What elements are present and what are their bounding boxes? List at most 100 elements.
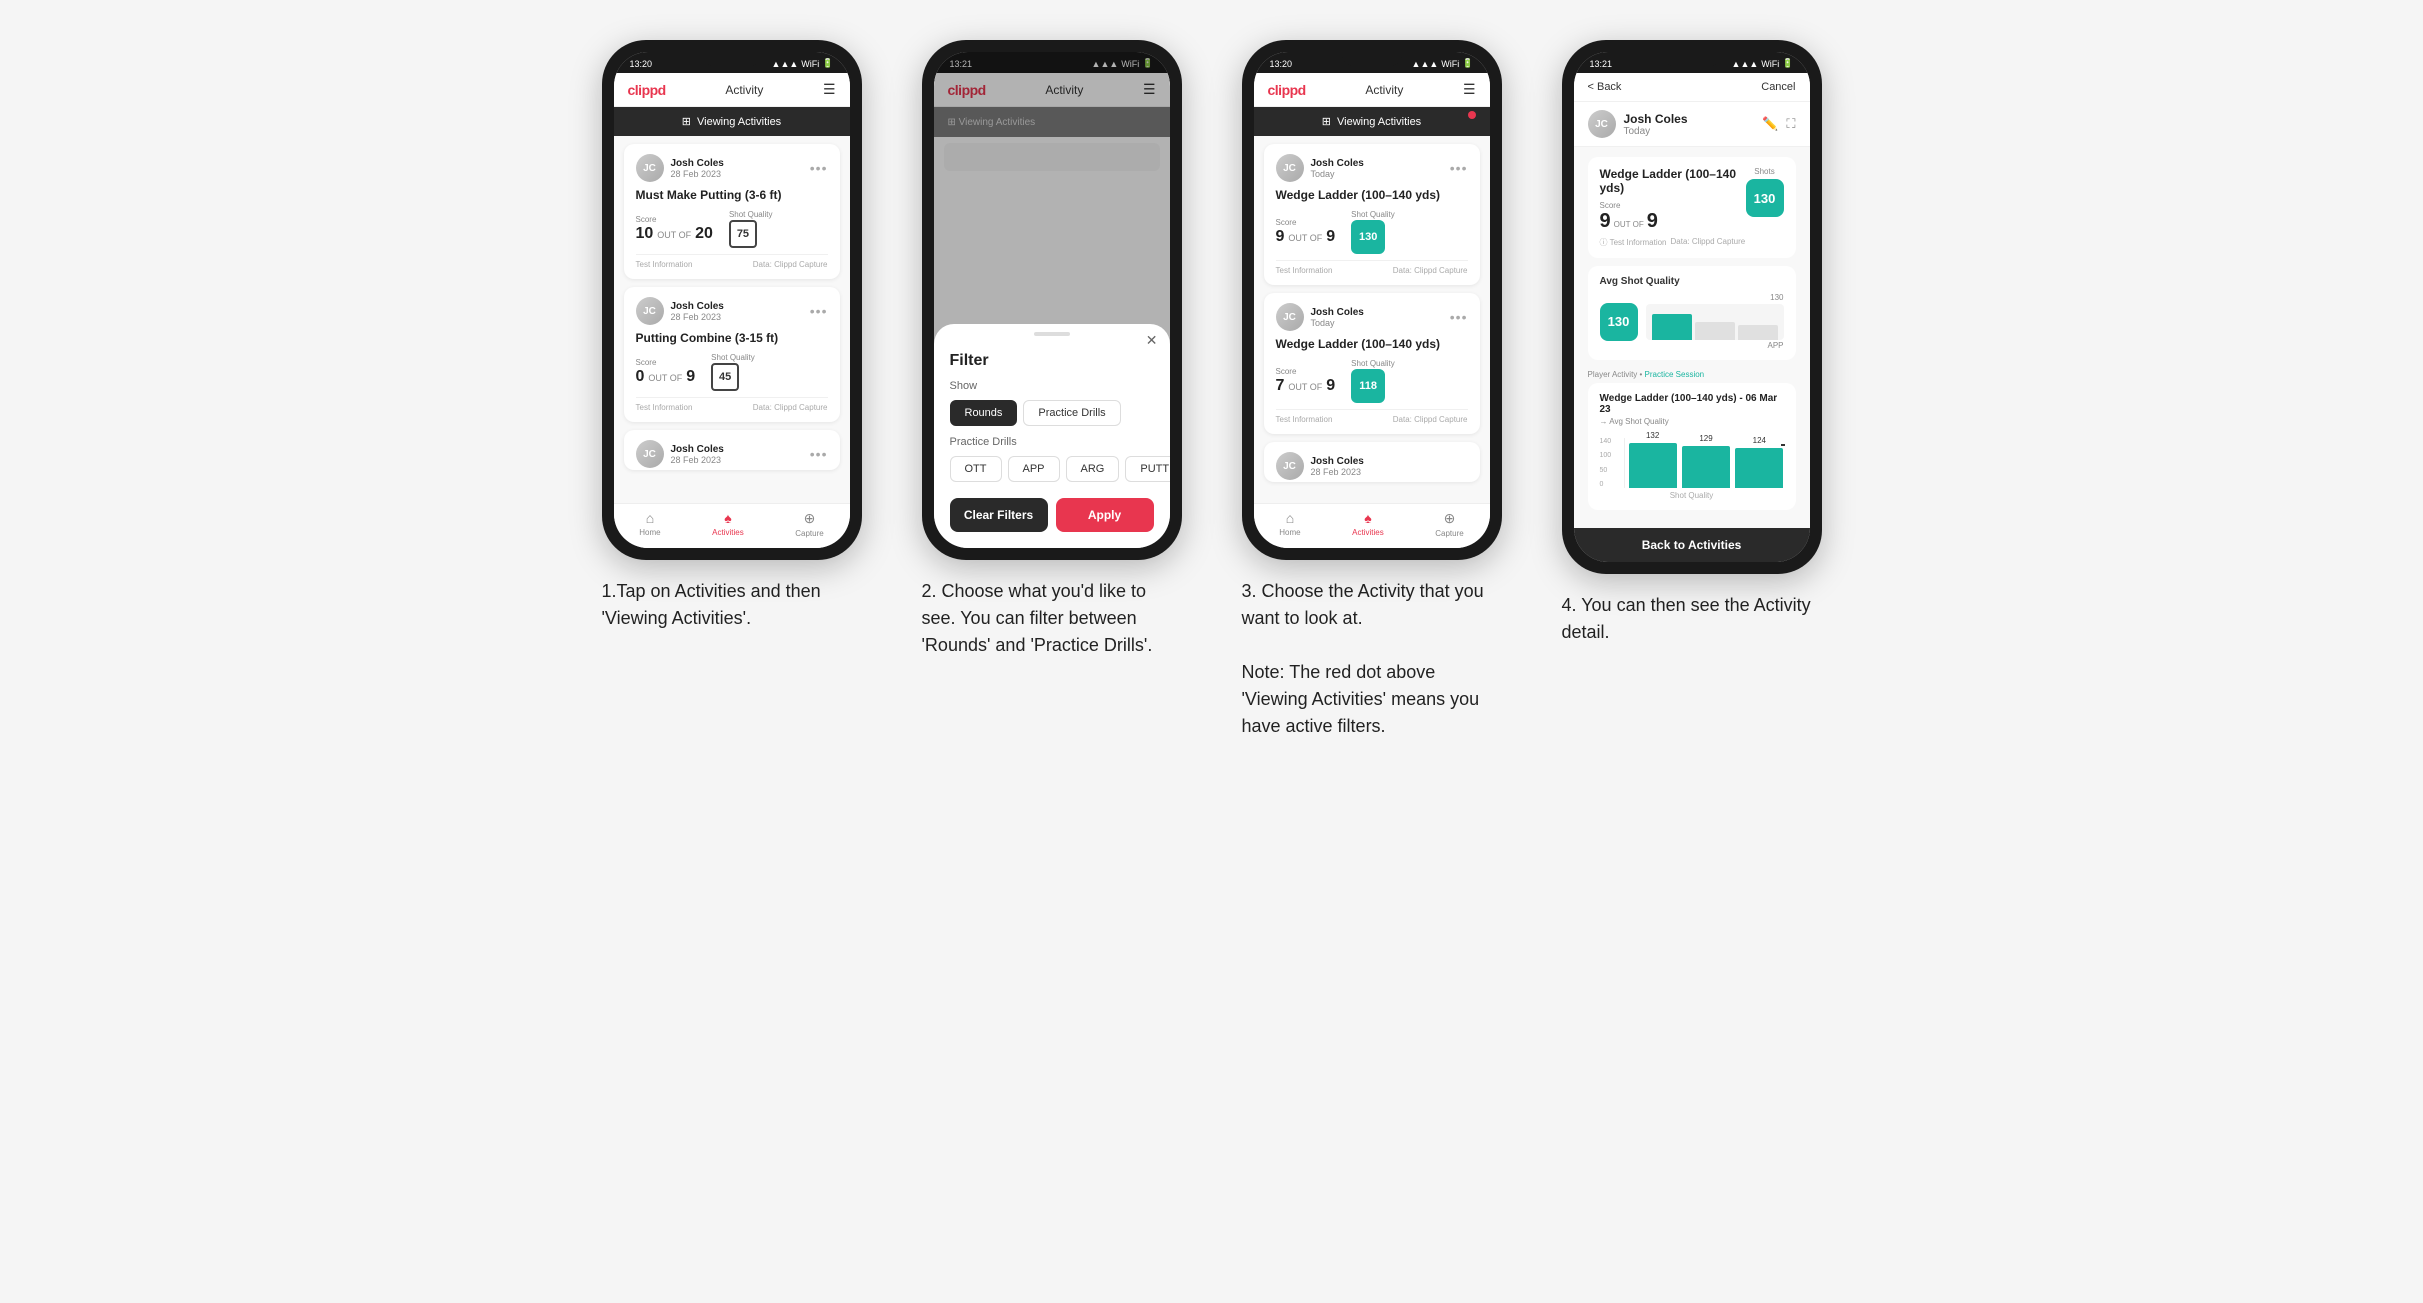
phone-1: 13:20 ▲▲▲ WiFi 🔋 clippd Activity ☰ ⊞ [602, 40, 862, 560]
nav-activities-1[interactable]: ♠ Activities [712, 510, 744, 538]
show-label: Show [950, 380, 1154, 392]
phone-col-4: 13:21 ▲▲▲ WiFi 🔋 < Back Cancel JC [1547, 40, 1837, 646]
practice-drills-section: Practice Drills OTT APP ARG PUTT [934, 426, 1170, 482]
shot-quality-3-2: 118 [1351, 369, 1385, 403]
filter-title: Filter [934, 344, 1170, 370]
nav-capture-1[interactable]: ⊕ Capture [795, 510, 823, 538]
card-dots-1-1[interactable]: ••• [810, 160, 828, 176]
phone-2: 13:21 ▲▲▲ WiFi 🔋 clippd Activity ☰ ⊞ [922, 40, 1182, 560]
activity-card-3-2[interactable]: JC Josh Coles Today ••• Wedge Ladder (10… [1264, 293, 1480, 434]
drill-types-row: OTT APP ARG PUTT [950, 456, 1154, 482]
activity-card-1-2[interactable]: JC Josh Coles 28 Feb 2023 ••• Putting Co… [624, 287, 840, 422]
modal-actions: Clear Filters Apply [934, 482, 1170, 532]
activity-card-3-1[interactable]: JC Josh Coles Today ••• Wedge Ladder (10… [1264, 144, 1480, 285]
hamburger-icon-3[interactable]: ☰ [1463, 81, 1476, 98]
bar-1 [1652, 314, 1692, 340]
clear-filters-btn[interactable]: Clear Filters [950, 498, 1048, 532]
expand-icon[interactable]: ⛶ [1786, 116, 1795, 132]
apply-btn[interactable]: Apply [1056, 498, 1154, 532]
caption-4: 4. You can then see the Activity detail. [1562, 592, 1822, 646]
phones-row: 13:20 ▲▲▲ WiFi 🔋 clippd Activity ☰ ⊞ [587, 40, 1837, 740]
app-btn[interactable]: APP [1008, 456, 1060, 482]
caption-1: 1.Tap on Activities and then 'Viewing Ac… [602, 578, 862, 632]
nav-home-1[interactable]: ⌂ Home [639, 510, 660, 538]
practice-drills-btn[interactable]: Practice Drills [1023, 400, 1120, 426]
session-label: Player Activity • Practice Session [1588, 368, 1796, 383]
capture-icon-3: ⊕ [1444, 510, 1456, 527]
activity-card-1-1[interactable]: JC Josh Coles 28 Feb 2023 ••• Must Make … [624, 144, 840, 279]
battery-icon: 🔋 [822, 58, 833, 69]
avatar-1-3: JC [636, 440, 664, 468]
avg-sq-hex: 130 [1600, 303, 1638, 341]
putt-btn[interactable]: PUTT [1125, 456, 1169, 482]
phone-1-inner: 13:20 ▲▲▲ WiFi 🔋 clippd Activity ☰ ⊞ [614, 52, 850, 548]
arg-btn[interactable]: ARG [1066, 456, 1120, 482]
phone-3-inner: 13:20 ▲▲▲ WiFi 🔋 clippd Activity ☰ ⊞ [1254, 52, 1490, 548]
card-footer-1-1: Test Information Data: Clippd Capture [636, 254, 828, 269]
practice-drills-label: Practice Drills [950, 436, 1154, 448]
bar-2 [1695, 322, 1735, 340]
filter-modal-overlay: ✕ Filter Show Rounds Practice Drills Pra… [934, 52, 1170, 548]
capture-icon: ⊕ [804, 510, 816, 527]
nav-activities-3[interactable]: ♠ Activities [1352, 510, 1384, 538]
nav-home-3[interactable]: ⌂ Home [1279, 510, 1300, 538]
avatar-4: JC [1588, 110, 1616, 138]
card-stats-1-1: Score 10 OUT OF 20 Shot Quality [636, 210, 828, 248]
show-btn-row: Rounds Practice Drills [950, 400, 1154, 426]
back-to-activities-btn[interactable]: Back to Activities [1574, 528, 1810, 562]
time-3: 13:20 [1270, 59, 1293, 69]
app-logo-3: clippd [1268, 82, 1306, 98]
activity-scroll-1: JC Josh Coles 28 Feb 2023 ••• Must Make … [614, 136, 850, 503]
banner-text-3: Viewing Activities [1337, 116, 1421, 128]
edit-icon[interactable]: ✏️ [1762, 116, 1778, 132]
show-section: Show Rounds Practice Drills [934, 370, 1170, 426]
app-logo-1: clippd [628, 82, 666, 98]
home-icon: ⌂ [646, 510, 654, 526]
viewing-banner-1[interactable]: ⊞ Viewing Activities [614, 107, 850, 136]
avg-sq-card: Avg Shot Quality 130 130 [1588, 266, 1796, 360]
card-title-1-2: Putting Combine (3-15 ft) [636, 331, 828, 345]
card-title-1-1: Must Make Putting (3-6 ft) [636, 188, 828, 202]
chart-bar-2: 129 [1682, 446, 1730, 488]
bottom-nav-3: ⌂ Home ♠ Activities ⊕ Capture [1254, 503, 1490, 548]
avatar-3-2: JC [1276, 303, 1304, 331]
detail-content-4: Wedge Ladder (100–140 yds) Score 9 OUT O… [1574, 147, 1810, 528]
filter-icon-3: ⊞ [1322, 115, 1331, 128]
detail-header-4: < Back Cancel [1574, 73, 1810, 102]
card-user-1-2: Josh Coles 28 Feb 2023 [671, 301, 724, 322]
card-stats-1-2: Score 0 OUT OF 9 Shot Quality 4 [636, 353, 828, 391]
bar-3 [1738, 325, 1778, 340]
red-dot-3 [1468, 111, 1476, 119]
rounds-btn[interactable]: Rounds [950, 400, 1018, 426]
chart-bar-3: 124 [1735, 448, 1783, 488]
phone-3: 13:20 ▲▲▲ WiFi 🔋 clippd Activity ☰ ⊞ [1242, 40, 1502, 560]
phone-4-inner: 13:21 ▲▲▲ WiFi 🔋 < Back Cancel JC [1574, 52, 1810, 562]
activities-icon: ♠ [724, 510, 731, 526]
modal-close-btn[interactable]: ✕ [1146, 332, 1158, 349]
main-stats-card: Wedge Ladder (100–140 yds) Score 9 OUT O… [1588, 157, 1796, 258]
phone-4: 13:21 ▲▲▲ WiFi 🔋 < Back Cancel JC [1562, 40, 1822, 574]
cancel-btn-4[interactable]: Cancel [1761, 81, 1795, 93]
detail-user-row-4: JC Josh Coles Today ✏️ ⛶ [1574, 102, 1810, 147]
modal-handle[interactable] [1034, 332, 1070, 336]
app-title-1: Activity [725, 83, 763, 97]
app-header-3: clippd Activity ☰ [1254, 73, 1490, 107]
shot-quality-4: 130 [1746, 179, 1784, 217]
status-icons-1: ▲▲▲ WiFi 🔋 [772, 58, 834, 69]
back-btn-4[interactable]: < Back [1588, 81, 1622, 93]
phone-col-1: 13:20 ▲▲▲ WiFi 🔋 clippd Activity ☰ ⊞ [587, 40, 877, 632]
ott-btn[interactable]: OTT [950, 456, 1002, 482]
card-dots-1-2[interactable]: ••• [810, 303, 828, 319]
app-title-3: Activity [1365, 83, 1403, 97]
signal-icon: ▲▲▲ [772, 59, 799, 69]
viewing-banner-3[interactable]: ⊞ Viewing Activities [1254, 107, 1490, 136]
card-footer-1-2: Test Information Data: Clippd Capture [636, 397, 828, 412]
card-user-1-1: Josh Coles 28 Feb 2023 [671, 158, 724, 179]
shot-quality-hex-1-1: 75 [729, 220, 757, 248]
app-header-1: clippd Activity ☰ [614, 73, 850, 107]
time-4: 13:21 [1590, 59, 1613, 69]
hamburger-icon-1[interactable]: ☰ [823, 81, 836, 98]
nav-capture-3[interactable]: ⊕ Capture [1435, 510, 1463, 538]
banner-text-1: Viewing Activities [697, 116, 781, 128]
bottom-nav-1: ⌂ Home ♠ Activities ⊕ Capture [614, 503, 850, 548]
